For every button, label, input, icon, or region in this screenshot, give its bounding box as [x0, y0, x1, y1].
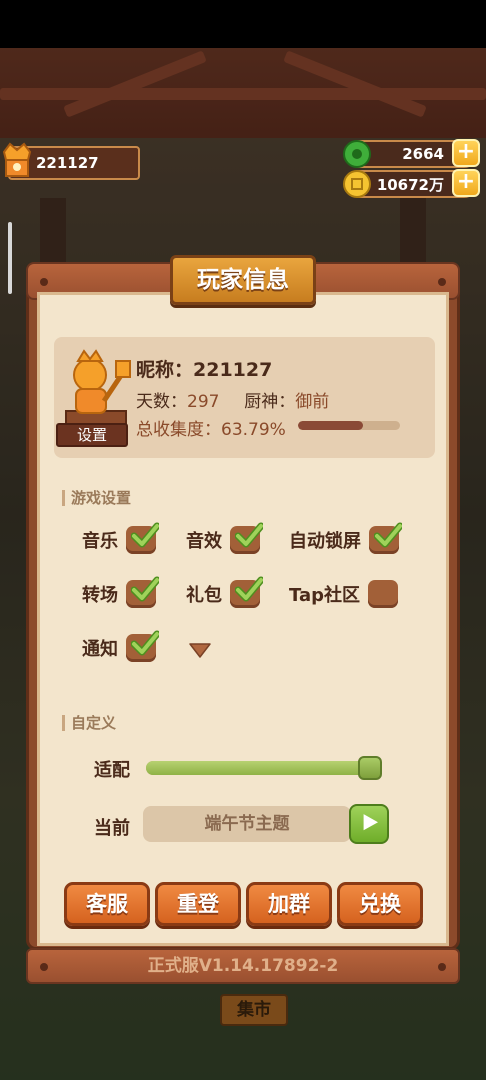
option-label: Tap社区 — [289, 585, 360, 606]
notification-checkbox[interactable] — [126, 630, 159, 662]
days-value: 297 — [187, 392, 220, 412]
nickname-label: 昵称： — [136, 359, 194, 381]
option-label: 礼包 — [186, 585, 222, 606]
checkmark-icon — [131, 522, 159, 548]
option-label: 音效 — [186, 531, 222, 552]
days-label: 天数： — [136, 392, 187, 412]
days-row: 天数：297 厨神：御前 — [136, 387, 329, 412]
gift-pack-checkbox[interactable] — [230, 576, 263, 608]
sound-effects-checkbox[interactable] — [230, 522, 263, 554]
market-sign[interactable]: 集市 — [220, 994, 288, 1026]
version-text: 正式服V1.14.17892-2 — [147, 956, 339, 976]
auto-lock-checkbox[interactable] — [369, 522, 402, 554]
play-icon — [363, 814, 378, 831]
option-label: 音乐 — [82, 531, 118, 552]
panel-title: 玩家信息 — [170, 255, 316, 305]
coin-counter: 10672万 + — [343, 169, 480, 198]
avatar-settings-button[interactable]: 设置 — [56, 423, 128, 447]
crown-avatar-icon — [2, 142, 32, 177]
bolt-icon — [40, 278, 48, 286]
bolt-icon — [40, 963, 48, 971]
adapt-slider-track[interactable] — [146, 761, 382, 775]
checkmark-icon — [131, 630, 159, 656]
collection-value: 63.79% — [221, 420, 286, 440]
current-label: 当前 — [94, 818, 130, 839]
checkmark-icon — [235, 576, 263, 602]
transition-checkbox[interactable] — [126, 576, 159, 608]
collection-progress-bar — [298, 421, 400, 430]
option-sound-effects[interactable]: 音效 — [186, 522, 263, 554]
option-label: 转场 — [82, 585, 118, 606]
option-music[interactable]: 音乐 — [82, 522, 159, 554]
jade-amount: 2664 — [402, 145, 444, 163]
version-bar: 正式服V1.14.17892-2 — [26, 948, 460, 984]
scroll-indicator — [8, 222, 12, 294]
option-auto-lock[interactable]: 自动锁屏 — [289, 522, 402, 554]
player-id-text: 221127 — [36, 154, 99, 172]
coin-amount: 10672万 — [376, 175, 444, 194]
collection-progress-fill — [298, 421, 364, 430]
adapt-slider-handle[interactable] — [358, 756, 382, 780]
bolt-icon — [438, 963, 446, 971]
option-transition[interactable]: 转场 — [82, 576, 159, 608]
chef-value: 御前 — [295, 392, 330, 412]
jade-counter: 2664 + — [343, 139, 480, 168]
collection-row: 总收集度：63.79% — [136, 415, 286, 440]
checkmark-icon — [131, 576, 159, 602]
chef-label: 厨神： — [244, 392, 296, 412]
option-label: 自动锁屏 — [289, 531, 361, 552]
custom-header: 自定义 — [62, 712, 116, 733]
checkmark-icon — [235, 522, 263, 548]
custom-title: 自定义 — [71, 714, 117, 732]
music-checkbox[interactable] — [126, 522, 159, 554]
current-theme-display: 端午节主题 — [143, 806, 351, 842]
game-settings-header: 游戏设置 — [62, 487, 131, 508]
chevron-down-icon[interactable] — [188, 641, 212, 659]
redeem-button[interactable]: 兑换 — [337, 882, 423, 926]
option-gift-pack[interactable]: 礼包 — [186, 576, 263, 608]
option-notification[interactable]: 通知 — [82, 630, 159, 662]
coin-icon — [343, 170, 371, 198]
bolt-icon — [438, 278, 446, 286]
option-tap-community[interactable]: Tap社区 — [289, 580, 398, 608]
adapt-label: 适配 — [94, 760, 130, 781]
checkmark-icon — [374, 522, 402, 548]
chef-statue-avatar — [65, 349, 131, 430]
tap-community-checkbox[interactable] — [368, 580, 398, 608]
relogin-button[interactable]: 重登 — [155, 882, 241, 926]
next-theme-button[interactable] — [349, 804, 389, 844]
nickname-value: 221127 — [193, 359, 273, 381]
customer-service-button[interactable]: 客服 — [64, 882, 150, 926]
option-label: 通知 — [82, 639, 118, 660]
add-coins-button[interactable]: + — [452, 169, 480, 197]
nickname-row: 昵称：221127 — [136, 355, 272, 382]
status-bar — [0, 0, 486, 48]
add-jade-button[interactable]: + — [452, 139, 480, 167]
collection-label: 总收集度： — [136, 420, 221, 440]
join-group-button[interactable]: 加群 — [246, 882, 332, 926]
game-settings-title: 游戏设置 — [71, 489, 132, 507]
jade-icon — [343, 140, 371, 168]
adapt-slider-fill — [146, 761, 382, 775]
